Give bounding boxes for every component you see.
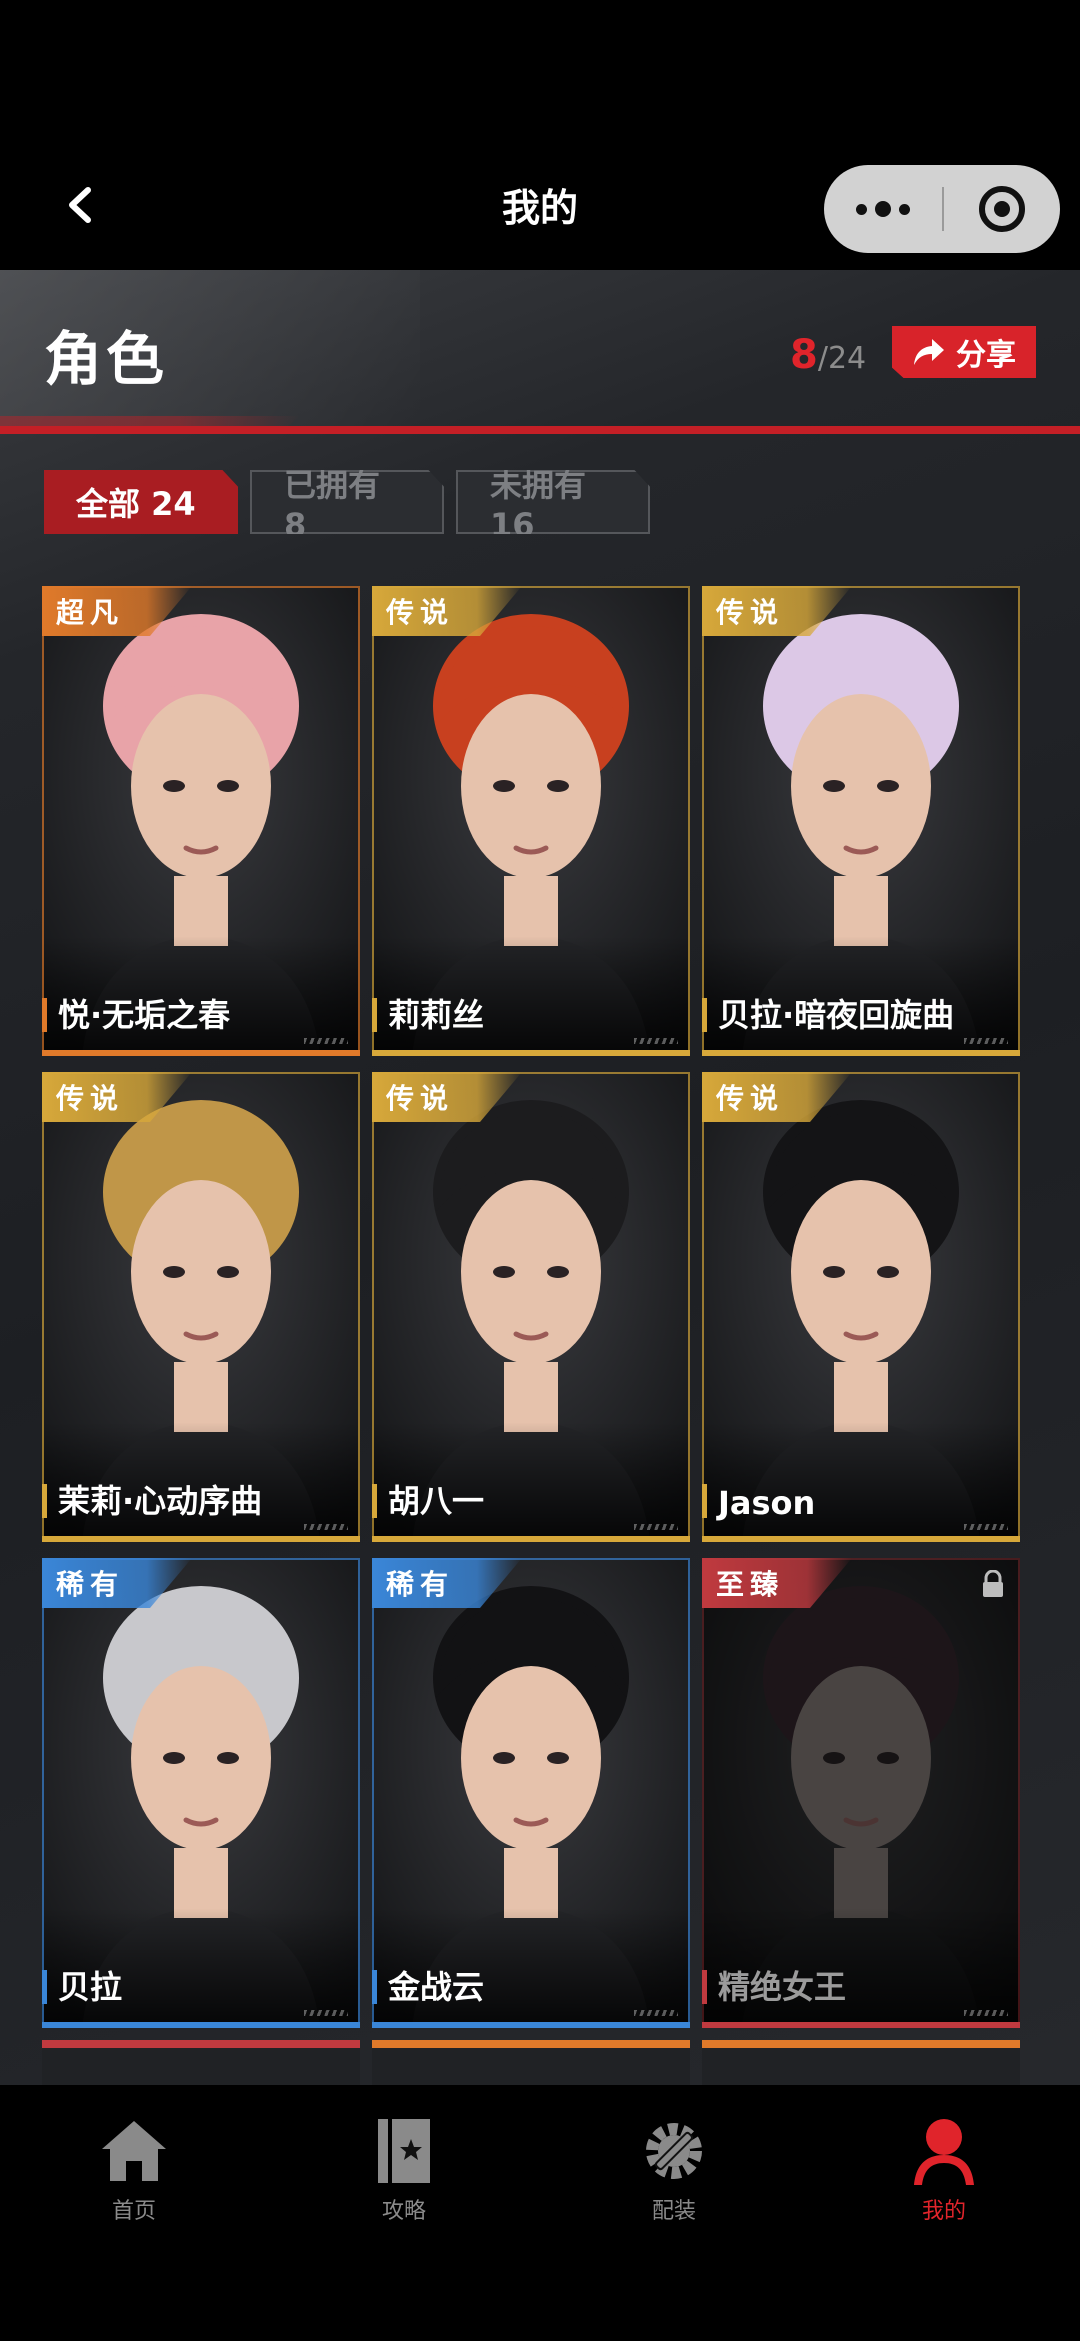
lock-icon <box>980 1569 1006 1598</box>
character-card[interactable]: 传说 贝拉·暗夜回旋曲 <box>702 586 1020 1056</box>
character-card[interactable]: 超凡 悦·无垢之春 <box>42 586 360 1056</box>
character-name: 金战云 <box>388 1968 485 2006</box>
character-name: Jason <box>718 1484 816 1522</box>
character-name: 精绝女王 <box>718 1968 847 2006</box>
wrench-gear-icon <box>646 2123 702 2179</box>
name-accent-bar <box>42 1970 47 2004</box>
character-collection: 角色 8/24 分享 全部 24 已拥有 8 未拥有 16 超凡 悦·无垢之春 传说… <box>0 270 1080 2085</box>
card-hatch-decoration <box>634 2010 678 2016</box>
mini-program-capsule <box>824 165 1060 253</box>
character-name: 悦·无垢之春 <box>58 996 231 1034</box>
card-hatch-decoration <box>304 1524 348 1530</box>
header-divider <box>0 426 1080 434</box>
target-circle-icon <box>979 186 1025 232</box>
character-card[interactable]: 稀有 金战云 <box>372 1558 690 2028</box>
card-hatch-decoration <box>634 1038 678 1044</box>
name-accent-bar <box>372 998 377 1032</box>
bottom-tab-bar: 首页 攻略 配装 我的 <box>0 2085 1080 2341</box>
rarity-bottom-line <box>42 1050 360 1056</box>
tab-home[interactable]: 首页 <box>34 2113 234 2243</box>
name-accent-bar <box>372 1484 377 1518</box>
character-card[interactable]: 至臻 精绝女王 <box>702 1558 1020 2028</box>
name-accent-bar <box>702 1970 707 2004</box>
next-row-card-peek <box>372 2040 690 2085</box>
filter-tab-owned[interactable]: 已拥有 8 <box>250 470 444 534</box>
owned-count: 8 <box>790 332 818 378</box>
tab-guide[interactable]: 攻略 <box>304 2113 504 2243</box>
character-name: 贝拉 <box>58 1968 123 2006</box>
next-row-card-peek <box>42 2040 360 2085</box>
name-accent-bar <box>42 998 47 1032</box>
share-arrow-icon <box>914 339 944 365</box>
close-mini-program-button[interactable] <box>944 165 1060 253</box>
filter-tabs: 全部 24 已拥有 8 未拥有 16 <box>44 470 650 534</box>
character-card[interactable]: 传说 茉莉·心动序曲 <box>42 1072 360 1542</box>
filter-tab-unowned[interactable]: 未拥有 16 <box>456 470 650 534</box>
tab-label: 我的 <box>921 2199 966 2224</box>
share-label: 分享 <box>956 338 1016 373</box>
card-hatch-decoration <box>304 2010 348 2016</box>
card-hatch-decoration <box>964 1524 1008 1530</box>
user-icon <box>914 2119 974 2185</box>
top-nav-bar: 我的 <box>0 0 1080 270</box>
character-name: 莉莉丝 <box>388 996 485 1034</box>
owned-counter: 8/24 <box>790 332 866 378</box>
tab-label: 攻略 <box>381 2199 426 2224</box>
tab-mine[interactable]: 我的 <box>844 2113 1044 2243</box>
rarity-bottom-line <box>42 1536 360 1542</box>
next-row-card-peek <box>702 2040 1020 2085</box>
rarity-bottom-line <box>702 2022 1020 2028</box>
card-hatch-decoration <box>964 2010 1008 2016</box>
character-card[interactable]: 传说 莉莉丝 <box>372 586 690 1056</box>
name-accent-bar <box>702 998 707 1032</box>
card-hatch-decoration <box>304 1038 348 1044</box>
rarity-bottom-line <box>372 1536 690 1542</box>
name-accent-bar <box>372 1970 377 2004</box>
rarity-bottom-line <box>702 1050 1020 1056</box>
rarity-bottom-line <box>372 1050 690 1056</box>
tab-label: 配装 <box>651 2199 696 2224</box>
character-name: 茉莉·心动序曲 <box>58 1482 263 1520</box>
tab-loadout[interactable]: 配装 <box>574 2113 774 2243</box>
guide-book-icon <box>378 2119 430 2183</box>
name-accent-bar <box>702 1484 707 1518</box>
character-card[interactable]: 稀有 贝拉 <box>42 1558 360 2028</box>
character-card[interactable]: 传说 Jason <box>702 1072 1020 1542</box>
total-count: /24 <box>817 341 867 376</box>
more-button[interactable] <box>824 165 942 253</box>
section-title: 角色 <box>44 325 169 393</box>
rarity-bottom-line <box>702 1536 1020 1542</box>
rarity-bottom-line <box>372 2022 690 2028</box>
tab-label: 首页 <box>111 2199 156 2224</box>
character-name: 胡八一 <box>388 1482 485 1520</box>
share-button[interactable]: 分享 <box>892 326 1036 378</box>
card-hatch-decoration <box>964 1038 1008 1044</box>
more-dots-icon <box>856 203 867 215</box>
name-accent-bar <box>42 1484 47 1518</box>
character-name: 贝拉·暗夜回旋曲 <box>718 996 955 1034</box>
home-icon <box>102 2121 166 2181</box>
character-card[interactable]: 传说 胡八一 <box>372 1072 690 1542</box>
rarity-bottom-line <box>42 2022 360 2028</box>
card-hatch-decoration <box>634 1524 678 1530</box>
filter-tab-all[interactable]: 全部 24 <box>44 470 238 534</box>
